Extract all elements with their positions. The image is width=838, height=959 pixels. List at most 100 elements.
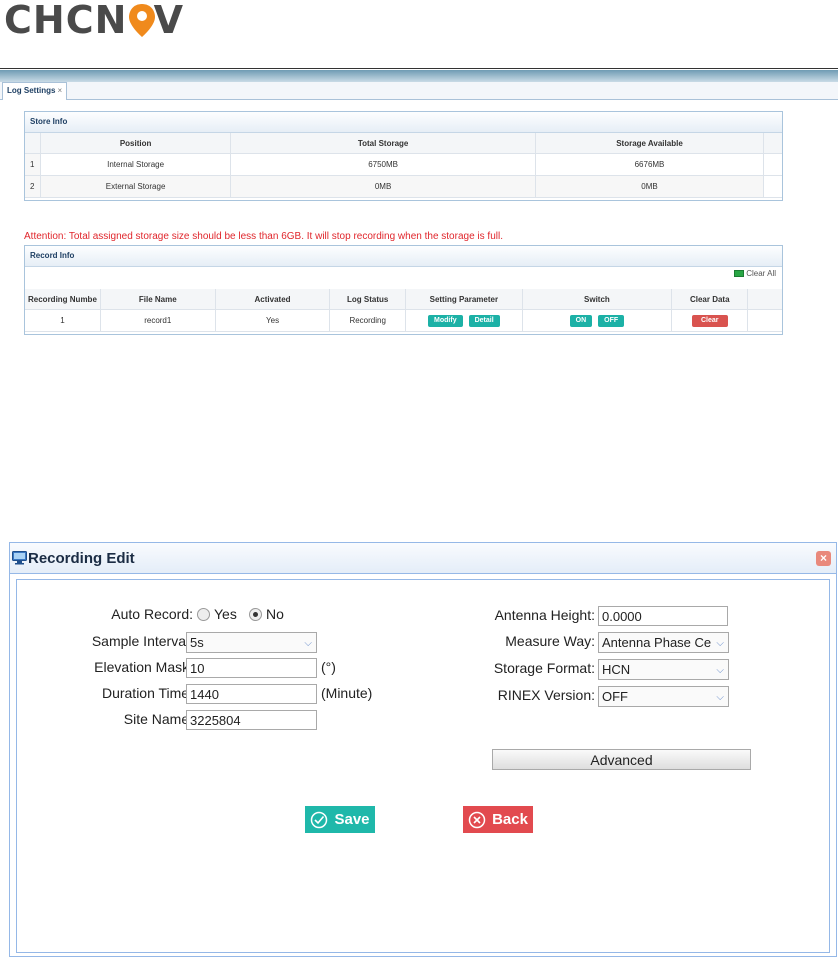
back-button[interactable]: Back [463, 806, 533, 833]
off-button[interactable]: OFF [598, 314, 625, 327]
column-header-index [25, 133, 41, 154]
cell-switch: ON OFF [522, 309, 673, 332]
close-circle-icon [468, 811, 486, 828]
chcnav-logo: CHCN V [4, 0, 184, 40]
column-header-total-storage: Total Storage [230, 133, 536, 154]
auto-record-label: Auto Record: [111, 606, 193, 622]
tab-log-settings[interactable]: Log Settings × [2, 82, 68, 100]
dialog-titlebar: Recording Edit × [10, 543, 836, 574]
column-header-setting-parameter: Setting Parameter [405, 289, 523, 310]
chevron-down-icon: ⌵ [716, 638, 724, 649]
record-info-title: Record Info [25, 246, 782, 267]
record-info-panel: Record Info Clear All Recording Numbe Fi… [24, 245, 783, 335]
detail-button[interactable]: Detail [468, 314, 500, 327]
site-name-input[interactable]: 3225804 [186, 710, 317, 730]
logo-text-2: V [153, 0, 184, 42]
table-header-row: Position Total Storage Storage Available [25, 133, 782, 154]
column-header-switch: Switch [522, 289, 673, 310]
logo-pin-icon [129, 4, 156, 37]
elevation-mask-unit: (°) [321, 659, 336, 675]
store-info-panel: Store Info Position Total Storage Storag… [24, 111, 783, 201]
cell-storage-available: 0MB [535, 175, 765, 198]
clear-all-button[interactable]: Clear All [734, 269, 776, 278]
check-circle-icon [311, 811, 328, 828]
column-header-clear-data: Clear Data [671, 289, 749, 310]
table-row: 2 External Storage 0MB 0MB [25, 175, 782, 198]
cell-log-status: Recording [329, 309, 406, 332]
monitor-icon [12, 551, 27, 565]
logo-text-1: CHCN [4, 0, 128, 42]
column-header-spacer [747, 289, 782, 310]
cell-total-storage: 0MB [230, 175, 536, 198]
column-header-file-name: File Name [100, 289, 216, 310]
rinex-version-select[interactable]: OFF ⌵ [598, 686, 729, 707]
sample-interval-select[interactable]: 5s ⌵ [186, 632, 317, 653]
store-info-table: Position Total Storage Storage Available… [25, 133, 782, 198]
attention-message: Attention: Total assigned storage size s… [24, 231, 503, 242]
storage-format-label: Storage Format: [493, 660, 595, 676]
measure-way-label: Measure Way: [505, 633, 595, 649]
measure-way-select[interactable]: Antenna Phase Ce ⌵ [598, 632, 729, 653]
auto-record-no-label: No [266, 606, 284, 622]
back-label: Back [492, 811, 528, 828]
tab-label: Log Settings [7, 86, 56, 95]
record-info-table: Recording Numbe File Name Activated Log … [25, 289, 782, 332]
chevron-down-icon: ⌵ [304, 638, 312, 649]
column-header-storage-available: Storage Available [535, 133, 765, 154]
column-header-spacer [763, 133, 782, 154]
antenna-height-label: Antenna Height: [494, 607, 595, 623]
cell-spacer [763, 153, 782, 176]
clear-button[interactable]: Clear [691, 314, 728, 327]
cell-setting-parameter: Modify Detail [405, 309, 523, 332]
cell-spacer [747, 309, 782, 332]
rinex-version-label: RINEX Version: [497, 687, 595, 703]
column-header-recording-number: Recording Numbe [25, 289, 101, 310]
row-index: 1 [25, 153, 41, 176]
antenna-height-input[interactable]: 0.0000 [598, 606, 728, 626]
measure-way-value: Antenna Phase Ce [602, 635, 712, 650]
cell-total-storage: 6750MB [230, 153, 536, 176]
tab-bar [0, 82, 838, 100]
column-header-activated: Activated [215, 289, 331, 310]
advanced-button[interactable]: Advanced [492, 749, 751, 770]
storage-format-select[interactable]: HCN ⌵ [598, 659, 729, 680]
dialog-body: Auto Record: Yes No Sample Interval: 5s … [16, 579, 830, 953]
logo-a-mark [127, 0, 156, 40]
tab-close-icon[interactable]: × [57, 86, 62, 95]
cell-clear-data: Clear [671, 309, 749, 332]
cell-recording-number: 1 [25, 309, 101, 332]
storage-format-value: HCN [602, 662, 631, 677]
dialog-close-icon[interactable]: × [816, 551, 831, 566]
on-button[interactable]: ON [569, 314, 593, 327]
site-name-label: Site Name: [123, 711, 193, 727]
sample-interval-value: 5s [190, 635, 204, 650]
header-divider [0, 68, 838, 69]
cell-spacer [763, 175, 782, 198]
chevron-down-icon: ⌵ [716, 692, 724, 703]
clear-all-label: Clear All [746, 269, 776, 278]
record-toolbar: Clear All [25, 267, 782, 289]
table-row: 1 record1 Yes Recording Modify Detail ON O… [25, 309, 782, 332]
chevron-down-icon: ⌵ [716, 665, 724, 676]
cell-position: External Storage [40, 175, 232, 198]
column-header-position: Position [40, 133, 232, 154]
dialog-title: Recording Edit [28, 550, 135, 567]
save-button[interactable]: Save [305, 806, 375, 833]
store-info-title: Store Info [25, 112, 782, 133]
auto-record-yes-label: Yes [214, 606, 237, 622]
sample-interval-label: Sample Interval: [91, 633, 193, 649]
rinex-version-value: OFF [602, 689, 628, 704]
table-header-row: Recording Numbe File Name Activated Log … [25, 289, 782, 310]
table-row: 1 Internal Storage 6750MB 6676MB [25, 153, 782, 176]
duration-time-input[interactable]: 1440 [186, 684, 317, 704]
auto-record-yes-radio[interactable] [197, 608, 210, 621]
duration-time-unit: (Minute) [321, 685, 373, 701]
clear-all-icon [734, 270, 745, 277]
elevation-mask-input[interactable]: 10 [186, 658, 317, 678]
cell-activated: Yes [215, 309, 331, 332]
elevation-mask-label: Elevation Mask: [94, 659, 193, 675]
save-label: Save [334, 811, 370, 828]
cell-file-name: record1 [100, 309, 216, 332]
auto-record-no-radio[interactable] [249, 608, 262, 621]
modify-button[interactable]: Modify [428, 314, 463, 327]
